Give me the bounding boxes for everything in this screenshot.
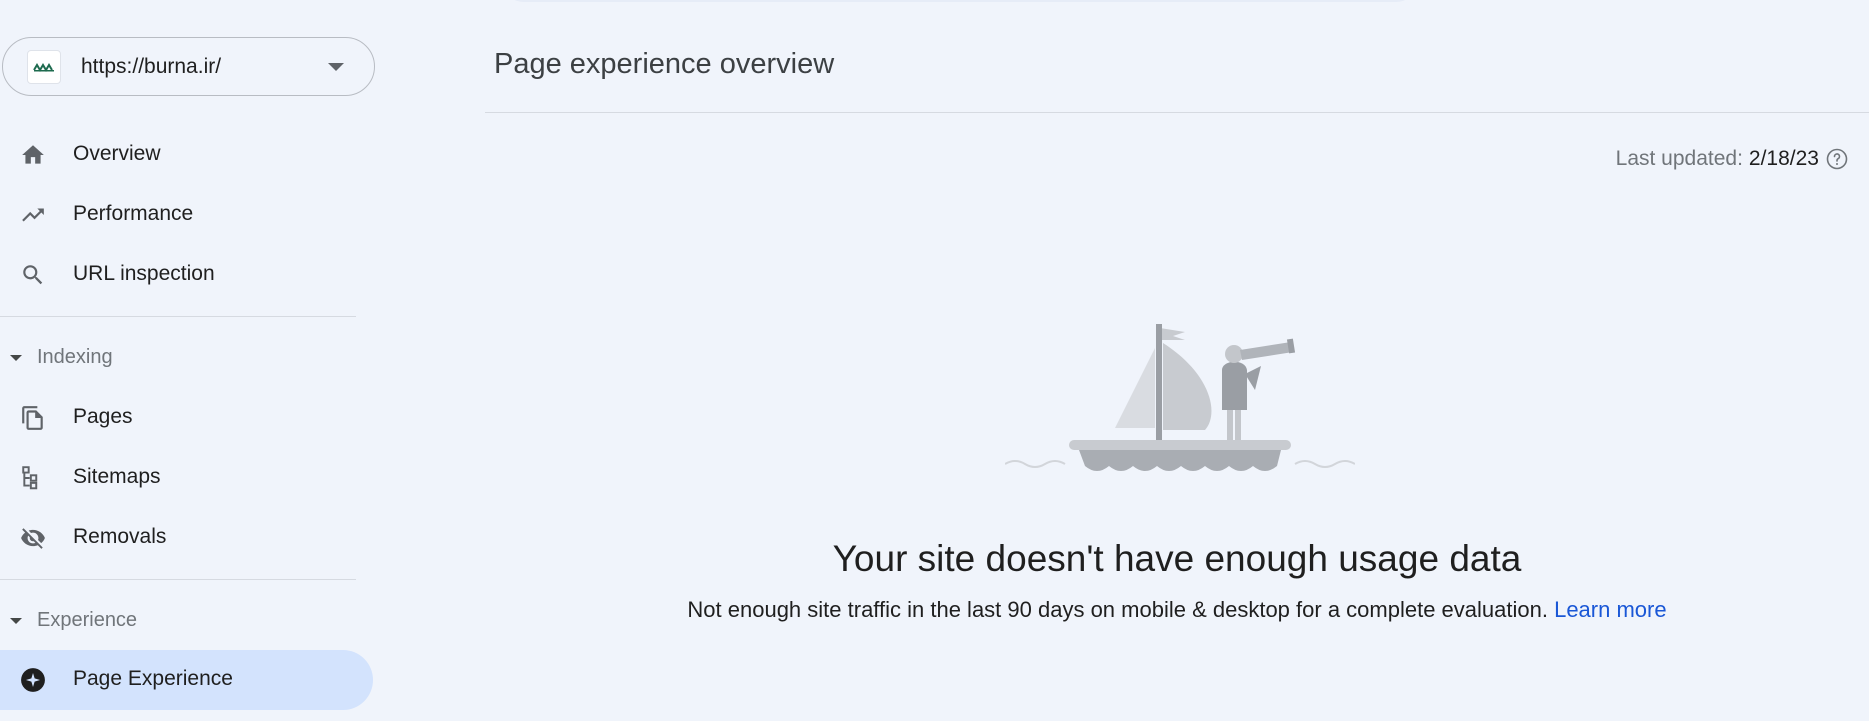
sidebar-item-url-inspection[interactable]: URL inspection bbox=[0, 245, 372, 303]
site-favicon-icon bbox=[27, 50, 61, 84]
section-toggle-experience[interactable]: Experience bbox=[0, 601, 356, 641]
learn-more-link[interactable]: Learn more bbox=[1554, 597, 1667, 622]
empty-state-description: Not enough site traffic in the last 90 d… bbox=[485, 597, 1869, 623]
last-updated-label: Last updated: bbox=[1615, 147, 1743, 170]
arrow-drop-down-icon bbox=[328, 63, 344, 71]
sidebar-item-label: Performance bbox=[73, 202, 194, 225]
pages-icon bbox=[22, 406, 43, 430]
sidebar-divider bbox=[0, 316, 356, 317]
last-updated: Last updated: 2/18/23 bbox=[1616, 147, 1849, 171]
page-title: Page experience overview bbox=[494, 48, 835, 80]
sidebar-item-label: Pages bbox=[73, 405, 133, 428]
sailboat-telescope-illustration bbox=[1005, 324, 1355, 471]
sidebar-item-page-experience[interactable]: Page Experience bbox=[0, 650, 373, 710]
collapse-caret-icon bbox=[10, 355, 22, 361]
sidebar-item-label: URL inspection bbox=[73, 262, 215, 285]
section-label: Indexing bbox=[37, 346, 113, 368]
sidebar-item-performance[interactable]: Performance bbox=[0, 185, 372, 243]
sidebar-item-label: Removals bbox=[73, 525, 167, 548]
empty-state-title: Your site doesn't have enough usage data bbox=[832, 538, 1522, 579]
sitemap-icon bbox=[22, 466, 38, 490]
sidebar-item-overview[interactable]: Overview bbox=[0, 125, 372, 183]
search-console-app: https://burna.ir/ Overview Performance U… bbox=[0, 0, 1869, 721]
sidebar-divider bbox=[0, 579, 356, 580]
sidebar-item-label: Sitemaps bbox=[73, 465, 161, 488]
section-label: Experience bbox=[37, 609, 138, 631]
sidebar: https://burna.ir/ Overview Performance U… bbox=[0, 0, 378, 721]
main-content: Page experience overview Last updated: 2… bbox=[485, 0, 1869, 721]
sidebar-item-sitemaps[interactable]: Sitemaps bbox=[0, 448, 372, 506]
section-toggle-indexing[interactable]: Indexing bbox=[0, 338, 356, 378]
title-divider bbox=[485, 112, 1869, 113]
collapse-caret-icon bbox=[10, 618, 22, 624]
property-url: https://burna.ir/ bbox=[81, 55, 222, 78]
visibility-off-icon bbox=[21, 528, 45, 549]
sidebar-item-label: Page Experience bbox=[73, 667, 233, 690]
sidebar-item-label: Overview bbox=[73, 142, 161, 165]
trending-up-icon bbox=[22, 208, 44, 222]
sidebar-item-pages[interactable]: Pages bbox=[0, 388, 372, 446]
empty-state-description-text: Not enough site traffic in the last 90 d… bbox=[687, 597, 1548, 622]
property-selector[interactable]: https://burna.ir/ bbox=[2, 37, 375, 96]
search-icon bbox=[23, 265, 43, 285]
home-icon bbox=[22, 145, 44, 164]
help-icon[interactable] bbox=[1825, 147, 1849, 171]
page-experience-icon bbox=[21, 668, 45, 692]
last-updated-value: 2/18/23 bbox=[1748, 147, 1819, 170]
sidebar-item-removals[interactable]: Removals bbox=[0, 508, 372, 566]
